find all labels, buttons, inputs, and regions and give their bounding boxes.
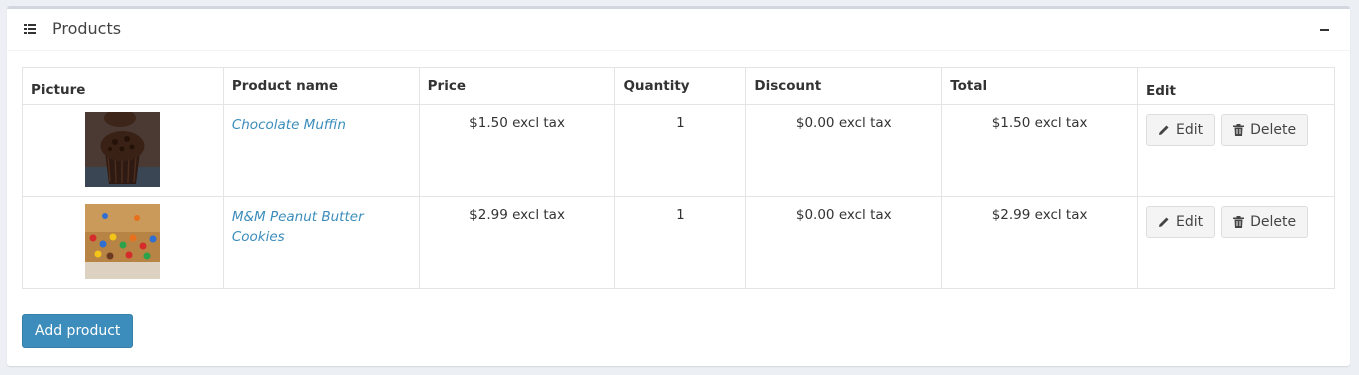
delete-button[interactable]: Delete [1221, 114, 1309, 146]
add-product-button[interactable]: Add product [22, 314, 134, 348]
list-icon [24, 24, 36, 34]
product-link[interactable]: M&M Peanut Butter Cookies [232, 209, 364, 245]
price-cell: $1.50 excl tax [418, 104, 616, 197]
column-header-edit: Edit [1136, 67, 1336, 105]
column-header-total: Total [941, 67, 1138, 105]
panel-header: Products [7, 9, 1350, 51]
chocolate-muffin-image [85, 112, 161, 187]
collapse-button[interactable] [1316, 21, 1334, 39]
delete-button-label: Delete [1250, 122, 1297, 138]
total-cell: $2.99 excl tax [941, 196, 1138, 289]
table-row: M&M Peanut Butter Cookies $2.99 excl tax… [22, 196, 1336, 289]
total-cell: $1.50 excl tax [941, 104, 1138, 197]
picture-cell [22, 196, 224, 289]
picture-cell [22, 104, 224, 197]
products-panel: Products Picture Product name Price Quan… [7, 6, 1350, 366]
product-name-cell: Chocolate Muffin [222, 104, 420, 197]
column-header-discount: Discount [745, 67, 943, 105]
table-header-row: Picture Product name Price Quantity Disc… [22, 67, 1336, 105]
quantity-cell: 1 [614, 196, 747, 289]
edit-button-label: Edit [1175, 122, 1204, 138]
price-cell: $2.99 excl tax [418, 196, 616, 289]
column-header-picture: Picture [22, 67, 224, 105]
product-name-cell: M&M Peanut Butter Cookies [222, 196, 420, 289]
trash-icon [1233, 124, 1245, 136]
edit-button[interactable]: Edit [1145, 114, 1216, 146]
product-link[interactable]: Chocolate Muffin [232, 117, 346, 133]
mm-peanut-butter-cookies-image [85, 204, 161, 279]
edit-cell: Edit Delete [1136, 196, 1336, 289]
discount-cell: $0.00 excl tax [745, 196, 943, 289]
trash-icon [1233, 216, 1245, 228]
column-header-product-name: Product name [222, 67, 420, 105]
products-table: Picture Product name Price Quantity Disc… [22, 67, 1336, 289]
edit-cell: Edit Delete [1136, 104, 1336, 197]
delete-button[interactable]: Delete [1221, 206, 1309, 238]
table-row: Chocolate Muffin $1.50 excl tax 1 $0.00 … [22, 104, 1336, 197]
column-header-quantity: Quantity [614, 67, 747, 105]
discount-cell: $0.00 excl tax [745, 104, 943, 197]
delete-button-label: Delete [1250, 214, 1297, 230]
panel-title: Products [52, 19, 122, 38]
pencil-icon [1158, 125, 1169, 135]
pencil-icon [1158, 217, 1169, 227]
column-header-price: Price [418, 67, 616, 105]
minus-icon [1320, 29, 1329, 31]
quantity-cell: 1 [614, 104, 747, 197]
edit-button[interactable]: Edit [1145, 206, 1216, 238]
edit-button-label: Edit [1175, 214, 1204, 230]
